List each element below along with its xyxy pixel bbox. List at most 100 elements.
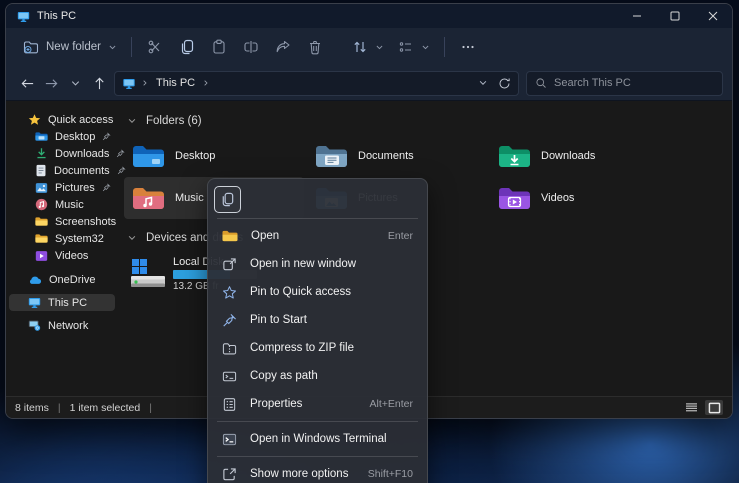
sidebar-item-downloads[interactable]: Downloads	[9, 145, 115, 162]
copy-as-path-icon	[222, 369, 237, 384]
toolbar-divider	[131, 37, 132, 57]
sidebar-item-onedrive[interactable]: OneDrive	[9, 271, 115, 288]
status-separator: |	[58, 402, 61, 414]
address-row: This PC	[6, 66, 732, 101]
sidebar-item-videos[interactable]: Videos	[9, 247, 115, 264]
chevron-down-icon	[70, 78, 81, 89]
maximize-button[interactable]	[656, 4, 694, 28]
folders-section-title: Folders (6)	[146, 115, 202, 127]
sidebar-item-label: Screenshots	[55, 216, 116, 228]
sidebar-item-pictures[interactable]: Pictures	[9, 179, 115, 196]
menu-item-label: Copy as path	[250, 370, 318, 382]
folder-tile-desktop[interactable]: Desktop	[124, 135, 304, 177]
menu-shortcut: Enter	[388, 230, 413, 242]
large-icons-view-icon	[708, 402, 721, 414]
menu-item-show-more-options[interactable]: Show more options Shift+F10	[212, 460, 423, 483]
details-view-button[interactable]	[682, 400, 700, 415]
address-dropdown-icon[interactable]	[478, 78, 488, 88]
breadcrumb-this-pc[interactable]: This PC	[154, 77, 197, 89]
sidebar-item-quick-access[interactable]: Quick access	[9, 111, 115, 128]
refresh-icon[interactable]	[498, 77, 511, 90]
sidebar-item-label: OneDrive	[49, 274, 95, 286]
pin-icon	[102, 183, 111, 192]
up-button[interactable]	[87, 71, 111, 95]
terminal-icon	[222, 432, 237, 447]
minimize-button[interactable]	[618, 4, 656, 28]
folder-tile-documents[interactable]: Documents	[307, 135, 487, 177]
menu-item-label: Pin to Start	[250, 314, 307, 326]
new-folder-button[interactable]: New folder	[16, 33, 124, 61]
desktop-folder-icon	[35, 131, 48, 142]
folder-tile-label: Documents	[358, 150, 414, 162]
chevron-down-icon	[375, 43, 384, 52]
titlebar: This PC	[6, 4, 732, 28]
menu-divider	[217, 421, 418, 422]
this-pc-icon	[28, 296, 41, 309]
sidebar-item-label: This PC	[48, 297, 87, 309]
paste-button[interactable]	[203, 33, 235, 61]
copy-button[interactable]	[171, 33, 203, 61]
sidebar-item-this-pc[interactable]: This PC	[9, 294, 115, 311]
network-icon	[28, 319, 41, 332]
menu-item-open[interactable]: Open Enter	[212, 222, 423, 250]
menu-item-label: Open in new window	[250, 258, 356, 270]
navigation-pane: Quick access Desktop Downloads Documents…	[6, 101, 118, 396]
menu-item-pin-to-quick-access[interactable]: Pin to Quick access	[212, 278, 423, 306]
sidebar-item-label: Videos	[55, 250, 88, 262]
documents-folder-icon	[315, 143, 348, 170]
folder-tile-videos[interactable]: Videos	[490, 177, 670, 219]
search-input[interactable]	[554, 77, 714, 89]
back-button[interactable]	[15, 71, 39, 95]
menu-item-open-in-windows-terminal[interactable]: Open in Windows Terminal	[212, 425, 423, 453]
status-view-toggles	[682, 400, 723, 415]
share-button[interactable]	[267, 33, 299, 61]
folder-tile-downloads[interactable]: Downloads	[490, 135, 670, 177]
chevron-down-icon	[421, 43, 430, 52]
menu-item-pin-to-start[interactable]: Pin to Start	[212, 306, 423, 334]
menu-item-copy-as-path[interactable]: Copy as path	[212, 362, 423, 390]
collapse-chevron-icon	[127, 116, 137, 126]
search-box[interactable]	[526, 71, 723, 96]
close-button[interactable]	[694, 4, 732, 28]
menu-item-open-in-new-window[interactable]: Open in new window	[212, 250, 423, 278]
new-folder-icon	[23, 39, 39, 55]
downloads-folder-icon	[498, 143, 531, 170]
sidebar-item-documents[interactable]: Documents	[9, 162, 115, 179]
cut-icon	[147, 39, 163, 55]
more-options-button[interactable]	[452, 33, 484, 61]
music-folder-icon	[132, 185, 165, 212]
breadcrumb-chevron-icon	[202, 79, 210, 87]
folder-tile-label: Desktop	[175, 150, 215, 162]
forward-button[interactable]	[39, 71, 63, 95]
sidebar-item-screenshots[interactable]: Screenshots	[9, 213, 115, 230]
large-icons-view-button[interactable]	[705, 400, 723, 415]
copy-quick-action-button[interactable]	[214, 186, 241, 213]
menu-item-label: Pin to Quick access	[250, 286, 351, 298]
sidebar-item-network[interactable]: Network	[9, 317, 115, 334]
desktop-folder-icon	[132, 143, 165, 170]
up-icon	[92, 76, 107, 91]
address-bar[interactable]: This PC	[114, 71, 519, 96]
context-menu: Open Enter Open in new window Pin to Qui…	[207, 178, 428, 483]
menu-shortcut: Shift+F10	[368, 468, 413, 480]
menu-item-properties[interactable]: Properties Alt+Enter	[212, 390, 423, 418]
sidebar-item-music[interactable]: Music	[9, 196, 115, 213]
delete-button[interactable]	[299, 33, 331, 61]
cut-button[interactable]	[139, 33, 171, 61]
view-button[interactable]	[391, 33, 437, 61]
sidebar-item-desktop[interactable]: Desktop	[9, 128, 115, 145]
rename-icon	[243, 39, 259, 55]
menu-divider	[217, 456, 418, 457]
document-icon	[35, 164, 47, 177]
rename-button[interactable]	[235, 33, 267, 61]
recent-locations-button[interactable]	[63, 71, 87, 95]
window-title: This PC	[37, 10, 76, 22]
sort-button[interactable]	[345, 33, 391, 61]
back-icon	[20, 76, 35, 91]
caption-buttons	[618, 4, 732, 28]
folders-section-header[interactable]: Folders (6)	[127, 113, 732, 128]
open-folder-icon	[222, 229, 238, 243]
menu-item-compress-to-zip[interactable]: Compress to ZIP file	[212, 334, 423, 362]
folder-tile-label: Music	[175, 192, 204, 204]
sidebar-item-system32[interactable]: System32	[9, 230, 115, 247]
